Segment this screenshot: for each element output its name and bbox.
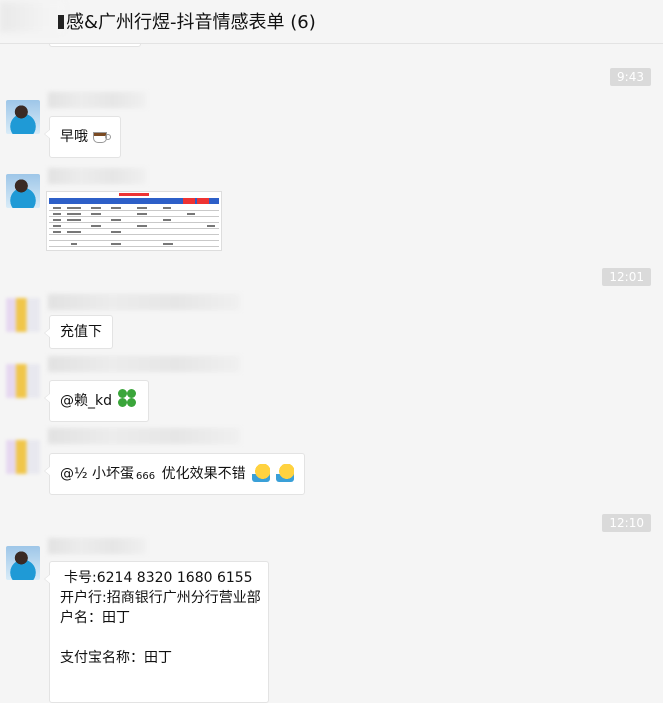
chat-header: 感&广州行煜-抖音情感表单 (6) <box>0 0 663 44</box>
thumbs-up-icon <box>275 464 294 482</box>
message-text: @½ 小坏蛋 <box>60 466 135 482</box>
message-text: @赖_kd <box>60 393 112 409</box>
clover-icon <box>118 389 138 409</box>
message-bubble[interactable]: 早哦 <box>44 116 121 158</box>
message-line: 支付宝名称：田丁 <box>60 650 172 666</box>
avatar[interactable] <box>6 440 40 474</box>
message-small-text: 666 <box>136 471 156 482</box>
sender-name-blurred <box>48 92 146 108</box>
sender-name-blurred <box>48 356 240 372</box>
sender-name-blurred <box>48 168 146 184</box>
coffee-icon <box>92 129 111 143</box>
message-text-suffix: 优化效果不错 <box>157 466 246 482</box>
message-text: 早哦 <box>60 129 88 145</box>
message-line: 户名：田丁 <box>60 610 130 626</box>
timestamp: 9:43 <box>610 68 651 86</box>
message-list[interactable]: 9:43 早哦 12:01 充值下 @赖_kd @½ 小坏蛋 666 优化效果不… <box>0 38 663 703</box>
timestamp: 12:01 <box>602 268 651 286</box>
avatar[interactable] <box>6 546 40 580</box>
message-text: 充值下 <box>60 324 102 340</box>
table-image[interactable] <box>46 191 222 251</box>
avatar[interactable] <box>6 174 40 208</box>
message-line: 开户行:招商银行广州分行营业部 <box>60 590 261 606</box>
title-mark-icon <box>58 15 64 29</box>
message-bubble[interactable]: @½ 小坏蛋 666 优化效果不错 <box>44 453 305 495</box>
avatar[interactable] <box>6 364 40 398</box>
avatar[interactable] <box>6 100 40 134</box>
message-bubble[interactable]: @赖_kd <box>44 380 149 422</box>
thumbs-up-icon <box>251 464 270 482</box>
avatar[interactable] <box>6 298 40 332</box>
chat-title[interactable]: 感&广州行煜-抖音情感表单 (6) <box>58 8 316 34</box>
message-line: 卡号:6214 8320 1680 6155 <box>64 570 253 586</box>
blurred-avatar-area <box>0 2 64 32</box>
timestamp: 12:10 <box>602 514 651 532</box>
message-bubble[interactable]: 充值下 <box>44 315 113 349</box>
sender-name-blurred <box>48 294 240 310</box>
sender-name-blurred <box>48 538 146 554</box>
sender-name-blurred <box>48 428 240 444</box>
